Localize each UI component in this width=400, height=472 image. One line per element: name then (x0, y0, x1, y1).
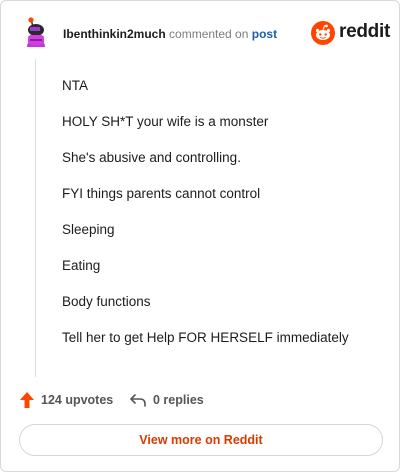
comment-footer: 124 upvotes 0 replies (19, 391, 319, 409)
thread-line (35, 59, 36, 377)
comment-paragraph: FYI things parents cannot control (62, 186, 261, 201)
comment-paragraph: NTA (62, 78, 88, 93)
view-more-on-reddit-button[interactable]: View more on Reddit (19, 424, 383, 456)
replies-button[interactable]: 0 replies (129, 391, 204, 409)
comment-paragraph: Tell her to get Help FOR HERSELF immedia… (62, 330, 349, 345)
username[interactable]: Ibenthinkin2much (63, 27, 166, 41)
reddit-logo[interactable]: reddit (311, 17, 390, 45)
reddit-snoo-icon (311, 21, 335, 45)
comment-paragraph: Eating (62, 258, 101, 273)
comment-paragraph: She's abusive and controlling. (62, 150, 241, 165)
comment-paragraph: Body functions (62, 294, 151, 309)
upvotes-count: 124 upvotes (41, 393, 114, 407)
user-avatar[interactable] (21, 17, 51, 49)
post-link[interactable]: post (252, 27, 277, 41)
upvote-button[interactable]: 124 upvotes (19, 391, 113, 409)
view-more-label: View more on Reddit (139, 433, 263, 447)
comment-paragraph: Sleeping (62, 222, 115, 237)
replies-count: 0 replies (153, 393, 204, 407)
comment-header: Ibenthinkin2much commented on post reddi… (21, 17, 390, 51)
comment-body: NTA HOLY SH*T your wife is a monster She… (62, 77, 382, 365)
reply-arrow-icon (130, 394, 146, 407)
reddit-wordmark: reddit (339, 21, 390, 42)
action-text: commented on (169, 27, 249, 41)
reddit-comment-card: Ibenthinkin2much commented on post reddi… (0, 0, 400, 472)
comment-meta: Ibenthinkin2much commented on post (63, 27, 277, 41)
comment-paragraph: HOLY SH*T your wife is a monster (62, 114, 269, 129)
upvote-arrow-icon (20, 392, 34, 408)
